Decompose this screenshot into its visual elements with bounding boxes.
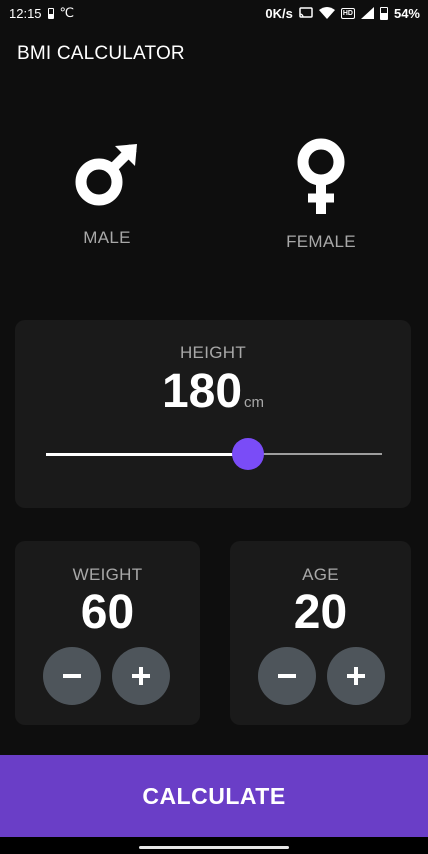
height-slider[interactable] [46,438,382,470]
weight-value: 60 [80,586,135,639]
age-increment-button[interactable] [327,647,385,705]
age-value-row: 20 [230,585,411,640]
app-bar: BMI CALCULATOR [0,26,428,82]
minus-icon [278,674,296,678]
weight-increment-button[interactable] [112,647,170,705]
minus-icon [63,674,81,678]
age-decrement-button[interactable] [258,647,316,705]
hd-icon: HD [340,7,355,19]
weight-label: WEIGHT [72,565,143,584]
age-label: AGE [302,565,339,584]
age-card: AGE 20 [230,541,411,725]
height-slider-active-track [46,452,248,456]
battery-icon [379,6,388,20]
plus-icon [347,667,365,685]
male-label: MALE [83,228,131,247]
status-time: 12:15 [9,5,42,21]
cast-icon [299,7,313,19]
app-title: BMI CALCULATOR [17,43,185,64]
status-bar: 12:15 ℃ 0K/s HD 54% [0,0,428,26]
plus-icon [132,667,150,685]
signal-icon [360,7,374,19]
status-right: 0K/s HD 54% [265,6,420,21]
battery-percent: 54% [393,5,420,21]
height-unit: cm [244,394,265,411]
temperature-unit: ℃ [59,5,75,20]
weight-decrement-button[interactable] [43,647,101,705]
weight-value-row: 60 [15,585,200,640]
male-option[interactable]: MALE [32,138,182,258]
age-value: 20 [293,586,348,639]
male-icon [75,144,137,206]
weight-card: WEIGHT 60 [15,541,200,725]
height-label: HEIGHT [179,343,247,362]
height-value: 180 [161,365,243,418]
navigation-bar [0,837,428,854]
female-label: FEMALE [286,232,356,251]
female-icon [297,138,345,214]
height-card: HEIGHT 180 cm [15,320,411,508]
home-gesture-handle[interactable] [139,846,289,849]
calculate-label: CALCULATE [142,782,286,809]
calculate-button[interactable]: CALCULATE [0,755,428,837]
wifi-icon [318,7,335,19]
height-value-row: 180 cm [15,364,411,419]
female-option[interactable]: FEMALE [246,138,396,258]
height-slider-thumb[interactable] [231,438,264,470]
small-battery-icon [47,7,54,19]
net-speed: 0K/s [265,5,293,21]
status-left: 12:15 ℃ [9,5,74,21]
